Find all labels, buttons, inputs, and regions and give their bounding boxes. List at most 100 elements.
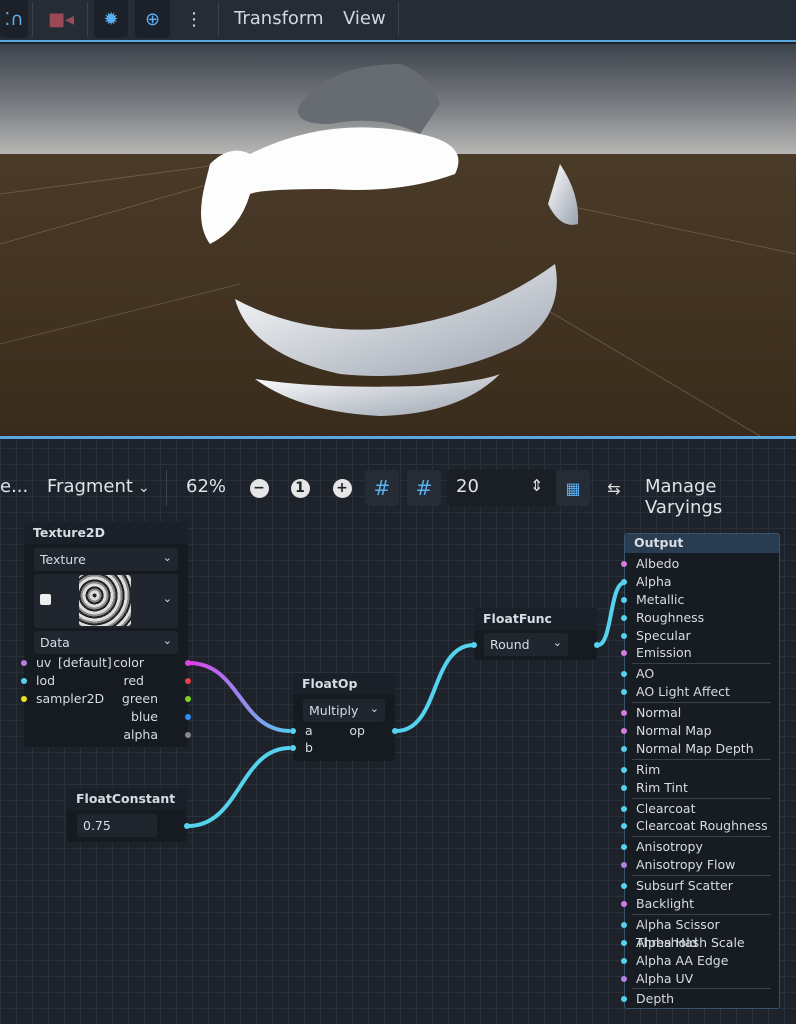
output-port-row[interactable]: Alpha AA Edge	[621, 952, 779, 970]
output-port-row[interactable]: Specular	[621, 627, 779, 645]
output-port-row[interactable]: Albedo	[621, 555, 779, 573]
output-port-row[interactable]: AO Light Affect	[621, 683, 779, 701]
port-dot[interactable]	[621, 745, 627, 752]
output-port-row[interactable]: Normal	[621, 704, 779, 722]
texture-source-select[interactable]: Texture ⌄	[34, 548, 178, 571]
port-label: Clearcoat Roughness	[636, 818, 768, 834]
texture-picker[interactable]: ⌄	[34, 574, 178, 628]
port-blue[interactable]	[185, 714, 191, 720]
node-title: FloatConstant	[67, 788, 187, 810]
output-port-row[interactable]: Alpha	[621, 573, 779, 591]
noise-texture-preview	[79, 575, 131, 626]
output-port-row[interactable]: Clearcoat	[621, 800, 779, 818]
port-dot[interactable]	[621, 844, 627, 851]
select-value: Data	[40, 635, 70, 650]
port-label: Rim	[636, 761, 661, 777]
port-lod[interactable]	[21, 678, 27, 684]
operator-select[interactable]: Multiply ⌄	[303, 699, 385, 722]
input-label-b: b	[305, 740, 313, 755]
output-port-row[interactable]: Alpha UV	[621, 970, 779, 988]
port-dot[interactable]	[621, 957, 627, 964]
output-port-row[interactable]: Alpha Hash Scale	[621, 934, 779, 952]
output-port-row[interactable]: Emission	[621, 644, 779, 662]
port-dot[interactable]	[621, 650, 627, 657]
port-dot[interactable]	[621, 939, 627, 946]
port-dot[interactable]	[621, 632, 627, 639]
port-group-divider	[632, 702, 771, 704]
port-dot[interactable]	[621, 766, 627, 773]
port-dot[interactable]	[621, 996, 627, 1003]
output-ports: Albedo Alpha Metallic Roughness Specular Emis…	[621, 553, 779, 1008]
select-value: Texture	[40, 552, 86, 567]
port-group-divider	[632, 797, 771, 799]
output-port-row[interactable]: Subsurf Scatter	[621, 877, 779, 895]
port-input[interactable]	[471, 642, 477, 648]
port-dot[interactable]	[621, 578, 627, 585]
port-op[interactable]	[392, 728, 398, 734]
constant-value-input[interactable]: 0.75	[77, 814, 157, 837]
output-port-row[interactable]: Alpha Scissor Threshold	[621, 916, 779, 950]
port-dot[interactable]	[621, 805, 627, 812]
port-sampler2d[interactable]	[21, 696, 27, 702]
port-dot[interactable]	[621, 883, 627, 890]
port-dot[interactable]	[621, 921, 627, 928]
output-label-blue: blue	[130, 709, 158, 724]
port-dot[interactable]	[621, 689, 627, 696]
wire-constant-to-b	[187, 746, 291, 828]
floatfunc-node[interactable]: FloatFunc Round ⌄	[471, 608, 600, 660]
output-port-row[interactable]: Normal Map Depth	[621, 740, 779, 758]
texture-type-select[interactable]: Data ⌄	[34, 631, 178, 654]
uv-default: [default]	[58, 655, 112, 670]
port-b[interactable]	[290, 745, 296, 751]
output-label-op: op	[349, 723, 365, 738]
port-label: Alpha AA Edge	[636, 952, 729, 968]
port-label: Backlight	[636, 896, 695, 912]
port-dot[interactable]	[621, 671, 627, 678]
port-uv[interactable]	[21, 660, 27, 666]
output-port-row[interactable]: Anisotropy	[621, 838, 779, 856]
output-port-row[interactable]: Metallic	[621, 591, 779, 609]
floatop-node[interactable]: FloatOp Multiply ⌄ a b op	[290, 673, 398, 761]
port-dot[interactable]	[621, 784, 627, 791]
output-port-row[interactable]: Clearcoat Roughness	[621, 817, 779, 835]
port-label: Rim Tint	[636, 779, 688, 795]
output-label-red: red	[123, 673, 145, 688]
texture-type-icon	[40, 594, 51, 605]
function-select[interactable]: Round ⌄	[484, 633, 568, 656]
port-output[interactable]	[594, 642, 600, 648]
port-red[interactable]	[185, 678, 191, 684]
port-dot[interactable]	[621, 862, 627, 869]
node-title: FloatOp	[293, 673, 395, 695]
port-group-divider	[632, 875, 771, 877]
floatconstant-node[interactable]: FloatConstant 0.75	[67, 788, 190, 842]
output-node[interactable]: Output Albedo Alpha Metallic Roughness Specu…	[621, 533, 780, 1009]
port-alpha[interactable]	[185, 732, 191, 738]
output-port-row[interactable]: AO	[621, 665, 779, 683]
port-color[interactable]	[185, 660, 191, 666]
port-dot[interactable]	[621, 614, 627, 621]
node-title: FloatFunc	[474, 608, 597, 630]
port-green[interactable]	[185, 696, 191, 702]
port-a[interactable]	[290, 728, 296, 734]
port-dot[interactable]	[621, 728, 627, 735]
output-port-row[interactable]: Anisotropy Flow	[621, 856, 779, 874]
port-label: Emission	[636, 645, 692, 661]
texture2d-node[interactable]: Texture2D Texture ⌄ ⌄ Data ⌄ uv [default] …	[21, 522, 191, 747]
port-dot[interactable]	[621, 710, 627, 717]
output-port-row[interactable]: Roughness	[621, 609, 779, 627]
port-group-divider	[632, 663, 771, 665]
output-port-row[interactable]: Rim	[621, 761, 779, 779]
port-label: Normal Map	[636, 723, 712, 739]
port-dot[interactable]	[621, 823, 627, 830]
select-value: Round	[490, 637, 530, 652]
port-dot[interactable]	[621, 901, 627, 908]
port-dot[interactable]	[621, 975, 627, 982]
output-port-row[interactable]: Rim Tint	[621, 779, 779, 797]
chevron-down-icon: ⌄	[162, 592, 172, 605]
port-dot[interactable]	[621, 561, 627, 567]
port-output[interactable]	[184, 823, 190, 829]
output-port-row[interactable]: Depth	[621, 990, 779, 1008]
output-port-row[interactable]: Normal Map	[621, 722, 779, 740]
port-dot[interactable]	[621, 596, 627, 603]
output-port-row[interactable]: Backlight	[621, 895, 779, 913]
